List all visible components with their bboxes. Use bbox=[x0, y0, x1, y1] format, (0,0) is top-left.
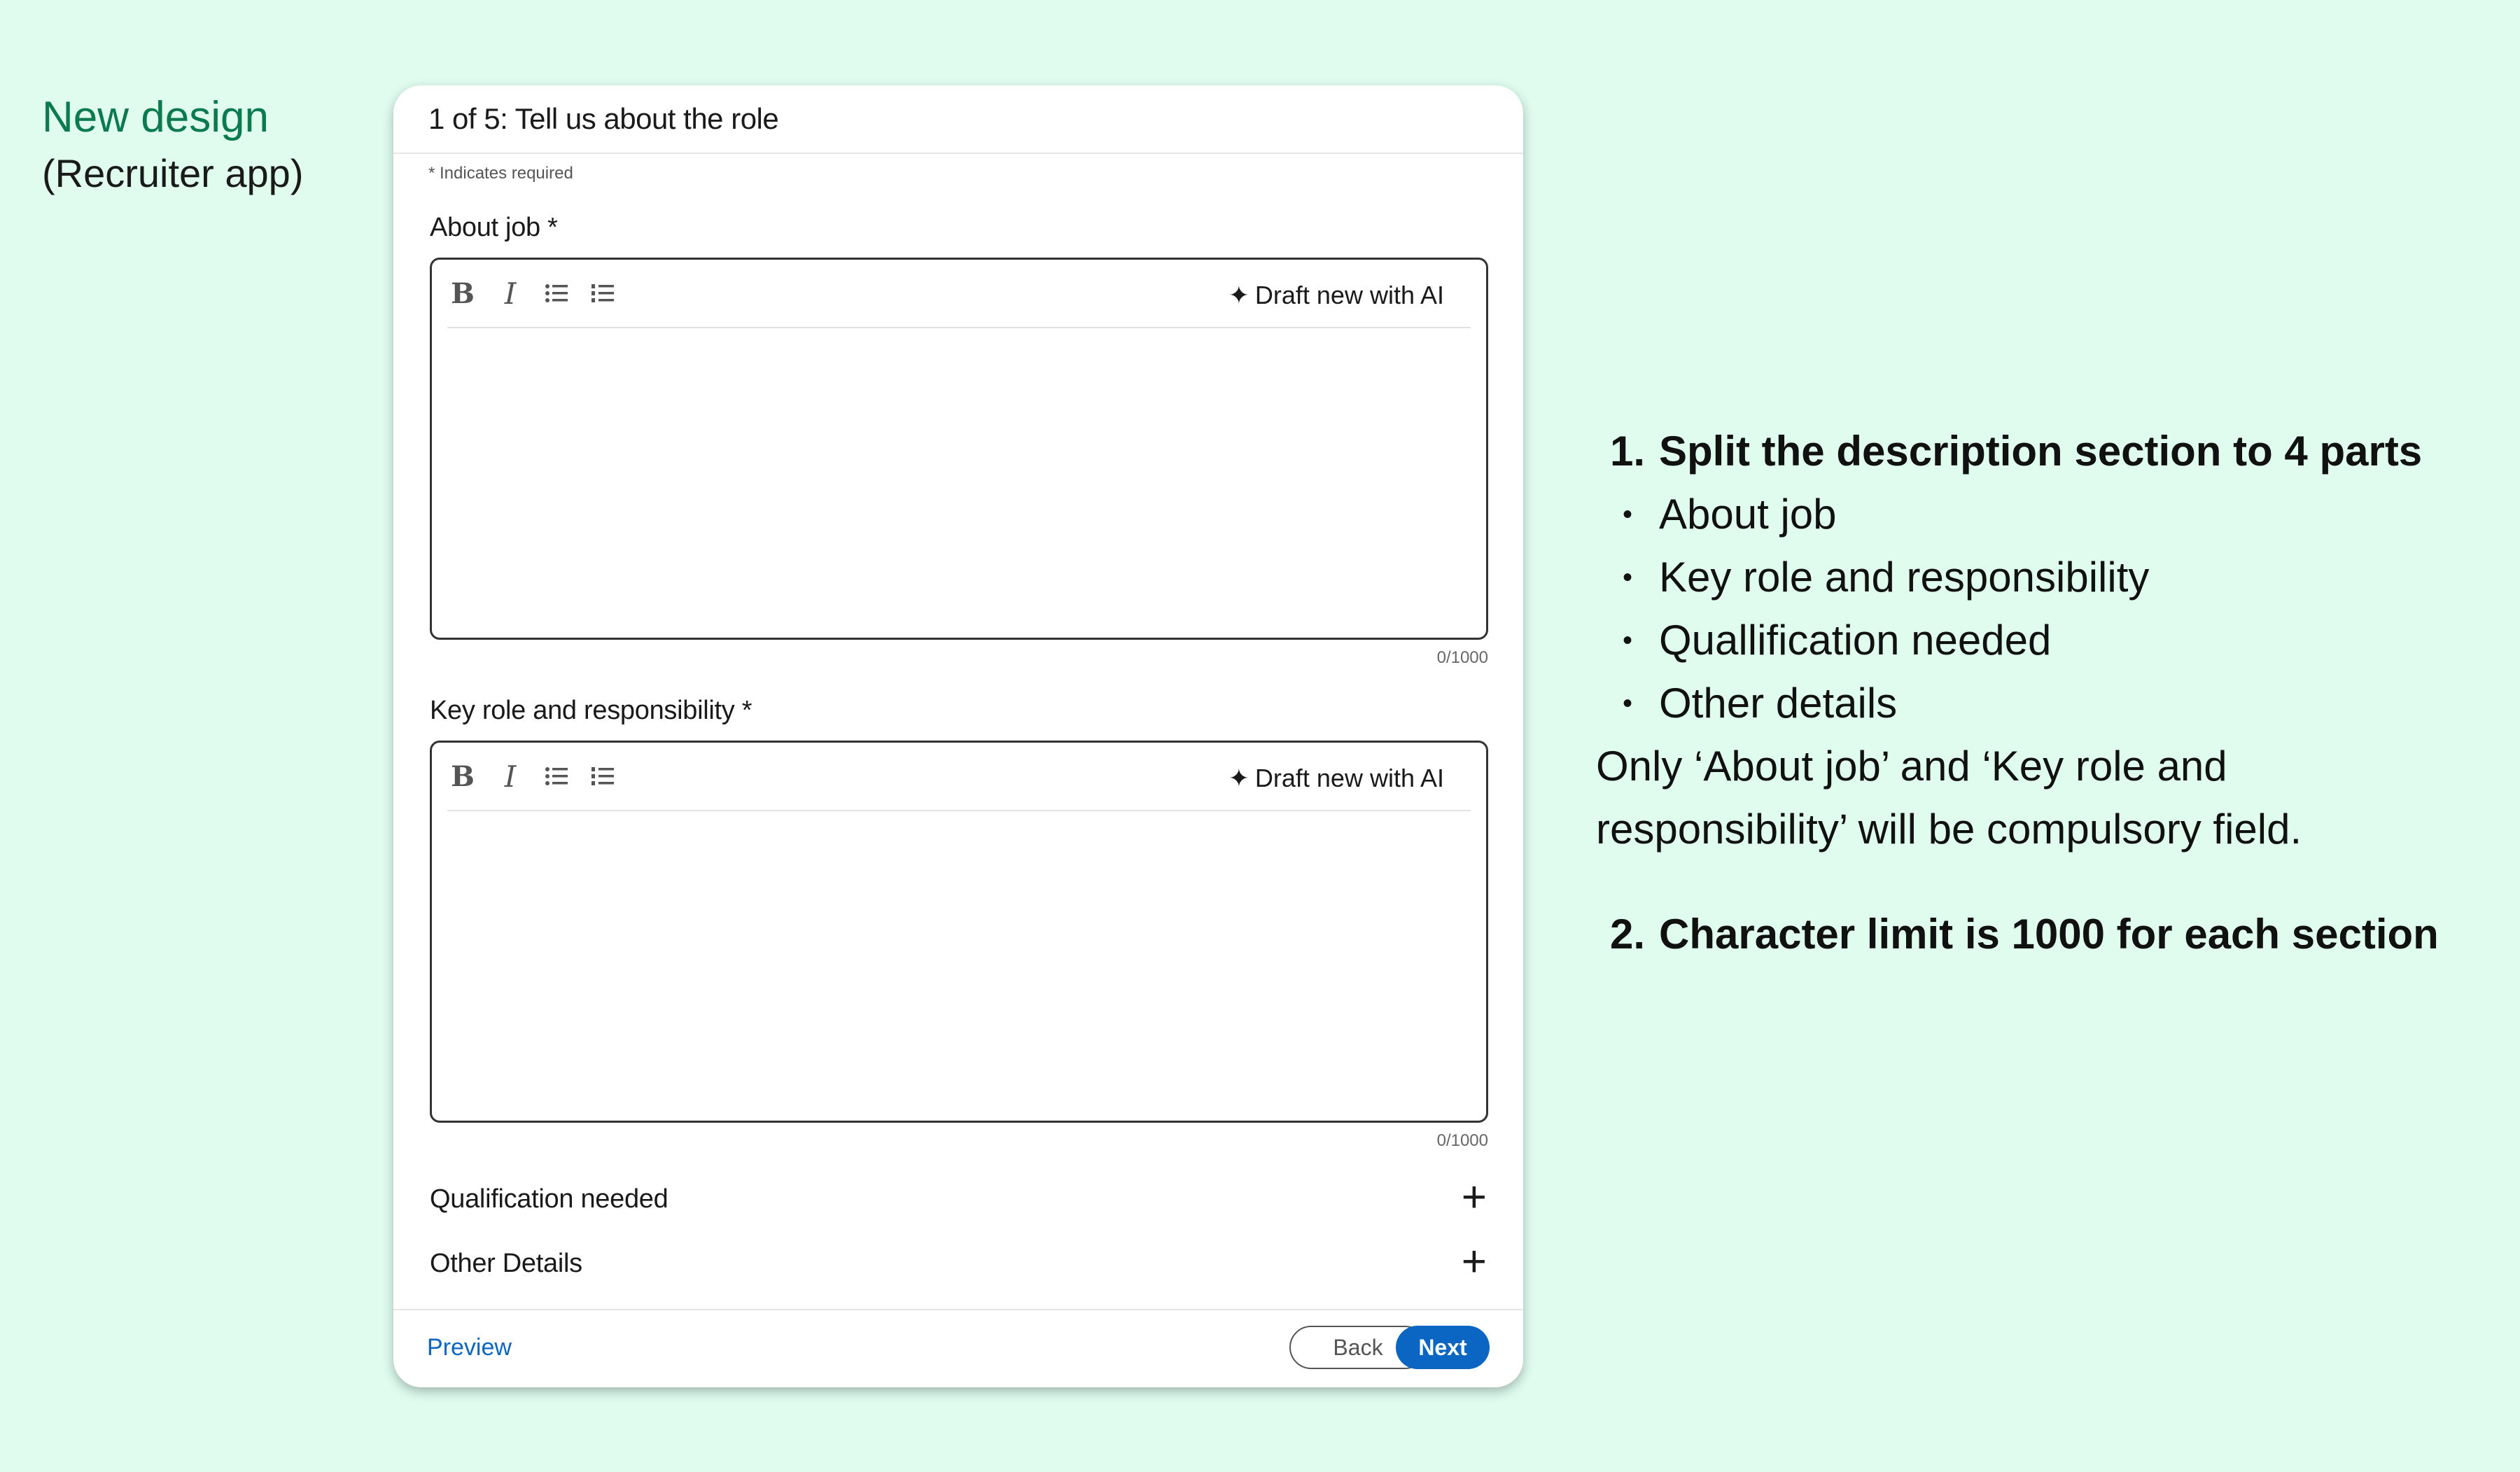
draft-with-ai-label: Draft new with AI bbox=[1254, 281, 1444, 309]
note-1-number: 1. bbox=[1609, 428, 1645, 475]
editor-toolbar: B I ✦ Draft new with AI bbox=[447, 260, 1471, 328]
list-item: • Key role and responsibility bbox=[1622, 554, 2150, 601]
qualification-needed-label: Qualification needed bbox=[430, 1184, 668, 1214]
about-job-label: About job * bbox=[430, 213, 558, 242]
plus-icon[interactable]: + bbox=[1462, 1240, 1487, 1284]
note-2-number: 2. bbox=[1609, 911, 1645, 958]
note-1-heading-text: Split the description section to 4 parts bbox=[1659, 428, 2423, 475]
list-item: • Quallification needed bbox=[1622, 617, 2052, 664]
editor-toolbar: B I ✦ Draft new with AI bbox=[447, 743, 1471, 811]
bold-icon[interactable]: B bbox=[447, 760, 478, 793]
step-title: 1 of 5: Tell us about the role bbox=[428, 102, 779, 135]
numbered-list-icon[interactable] bbox=[587, 278, 618, 309]
sparkle-icon: ✦ bbox=[1228, 764, 1250, 792]
plus-icon[interactable]: + bbox=[1462, 1176, 1487, 1219]
about-job-char-counter: 0/1000 bbox=[1436, 648, 1488, 667]
required-note: * Indicates required bbox=[428, 164, 573, 183]
bullet-list-icon[interactable] bbox=[541, 278, 572, 309]
draft-with-ai-button[interactable]: ✦ Draft new with AI bbox=[1228, 278, 1444, 313]
sparkle-icon: ✦ bbox=[1228, 281, 1250, 309]
side-title: New design bbox=[42, 93, 269, 141]
bold-icon[interactable]: B bbox=[447, 277, 478, 310]
other-details-label: Other Details bbox=[430, 1249, 582, 1278]
side-subtitle: (Recruiter app) bbox=[42, 151, 304, 195]
note-1-bullets: • About job • Key role and responsibility … bbox=[1596, 483, 2478, 735]
form-footer: Preview Back Next bbox=[393, 1309, 1523, 1387]
list-item: • About job bbox=[1622, 491, 1837, 538]
list-item: • Other details bbox=[1622, 680, 1898, 727]
key-role-char-counter: 0/1000 bbox=[1436, 1131, 1488, 1150]
bullet-list-icon[interactable] bbox=[541, 761, 572, 792]
italic-icon[interactable]: I bbox=[495, 276, 526, 311]
note-1-heading: 1. Split the description section to 4 pa… bbox=[1596, 420, 2478, 483]
design-notes: 1. Split the description section to 4 pa… bbox=[1596, 420, 2478, 966]
draft-with-ai-button[interactable]: ✦ Draft new with AI bbox=[1228, 761, 1444, 796]
key-role-label: Key role and responsibility * bbox=[430, 696, 752, 725]
qualification-needed-section[interactable]: Qualification needed + bbox=[430, 1176, 1488, 1221]
form-header: 1 of 5: Tell us about the role bbox=[393, 85, 1523, 154]
note-2-heading-text: Character limit is 1000 for each section bbox=[1659, 911, 2439, 958]
numbered-list-icon[interactable] bbox=[587, 761, 618, 792]
job-post-form-card: 1 of 5: Tell us about the role * Indicat… bbox=[393, 85, 1523, 1387]
italic-icon[interactable]: I bbox=[495, 759, 526, 794]
next-button[interactable]: Next bbox=[1396, 1326, 1490, 1369]
preview-link[interactable]: Preview bbox=[427, 1334, 512, 1361]
note-1-paragraph: Only ‘About job’ and ‘Key role and respo… bbox=[1596, 743, 2302, 853]
draft-with-ai-label: Draft new with AI bbox=[1254, 764, 1444, 792]
about-job-editor[interactable]: B I ✦ Draft new with AI bbox=[430, 258, 1488, 640]
note-2-heading: 2. Character limit is 1000 for each sect… bbox=[1596, 903, 2478, 966]
key-role-editor[interactable]: B I ✦ Draft new with AI bbox=[430, 741, 1488, 1123]
other-details-section[interactable]: Other Details + bbox=[430, 1240, 1488, 1285]
